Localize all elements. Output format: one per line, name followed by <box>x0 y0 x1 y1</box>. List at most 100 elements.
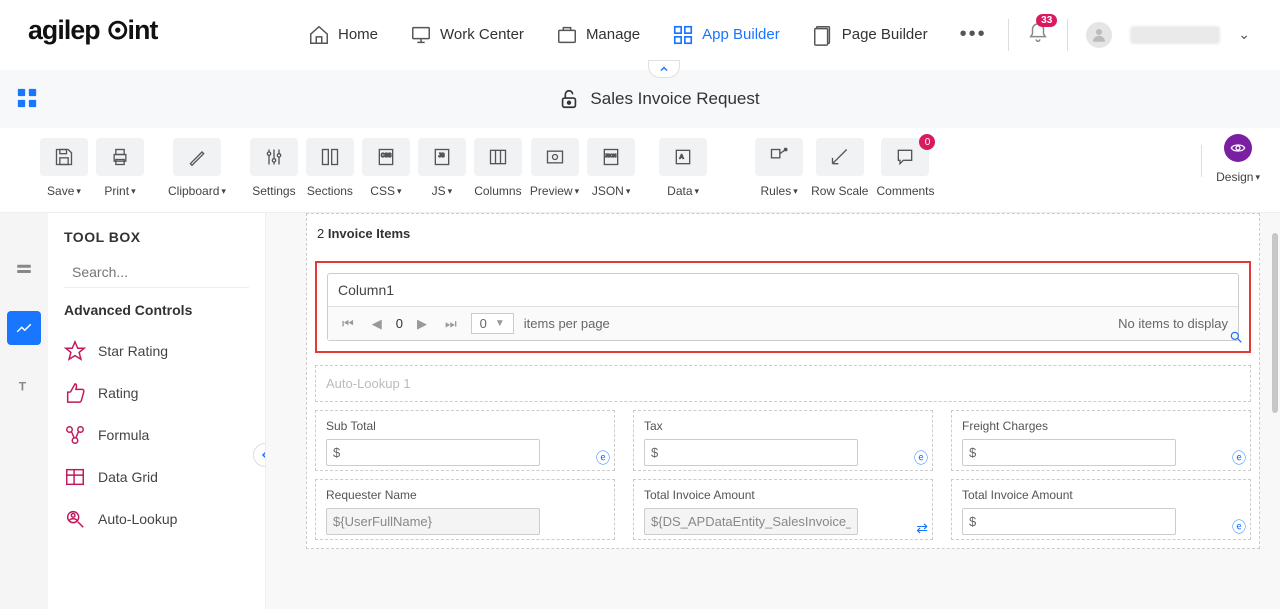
comments-button[interactable]: 0Comments <box>876 138 934 198</box>
user-icon <box>1090 26 1108 44</box>
left-rail: T <box>0 213 48 609</box>
subtotal-input[interactable] <box>326 439 540 466</box>
control-datagrid[interactable]: Data Grid <box>64 456 249 498</box>
sidebar-collapse-button[interactable] <box>253 443 266 467</box>
sidebar-title: TOOL BOX <box>64 229 249 245</box>
entity-icon[interactable]: ⓔ <box>1232 448 1246 468</box>
scrollbar-thumb[interactable] <box>1272 233 1278 413</box>
sidebar-section-label: Advanced Controls <box>64 302 249 318</box>
total-invoice-input-2[interactable] <box>962 508 1176 535</box>
chevron-down-icon[interactable]: ⌄ <box>1238 26 1250 43</box>
preview-button[interactable]: Preview▾ <box>530 138 579 198</box>
columns-button[interactable]: Columns <box>474 138 522 198</box>
settings-button[interactable]: Settings <box>250 138 298 198</box>
field-total-invoice-2[interactable]: Total Invoice Amount ⓔ <box>951 479 1251 540</box>
tax-input[interactable] <box>644 439 858 466</box>
sidebar: TOOL BOX Advanced Controls Star Rating R… <box>48 213 266 609</box>
pager-next-button[interactable]: ▶ <box>413 314 431 334</box>
data-icon: A <box>673 147 693 167</box>
print-button[interactable]: Print▾ <box>96 138 144 198</box>
page-size-select[interactable]: 0▼ <box>471 313 514 334</box>
autolookup-control[interactable]: Auto-Lookup 1 <box>315 365 1251 402</box>
grid-empty-text: No items to display <box>1118 316 1228 331</box>
control-formula[interactable]: Formula <box>64 414 249 456</box>
comment-icon <box>895 147 915 167</box>
nav-workcenter-label: Work Center <box>440 26 524 43</box>
nav-pagebuilder[interactable]: Page Builder <box>812 24 928 46</box>
entity-icon[interactable]: ⓔ <box>1232 517 1246 537</box>
field-subtotal[interactable]: Sub Total ⓔ <box>315 410 615 471</box>
top-nav: agilep int Home Work Center Manage App B… <box>0 0 1280 70</box>
nav-home[interactable]: Home <box>308 24 378 46</box>
divider <box>1067 19 1068 51</box>
design-button[interactable]: Design▾ <box>1216 134 1260 184</box>
field-requester[interactable]: Requester Name <box>315 479 615 540</box>
entity-icon[interactable]: ⓔ <box>596 448 610 468</box>
rules-icon <box>769 147 789 167</box>
monitor-icon <box>410 24 432 46</box>
thumb-icon <box>64 382 86 404</box>
svg-text:JSON: JSON <box>605 153 616 158</box>
svg-text:JS: JS <box>439 153 446 159</box>
nav-workcenter[interactable]: Work Center <box>410 24 524 46</box>
columns-icon <box>488 147 508 167</box>
field-label: Sub Total <box>326 419 604 433</box>
scrollbar[interactable] <box>1270 213 1278 609</box>
apps-icon <box>16 87 38 109</box>
bell-badge: 33 <box>1036 14 1057 27</box>
nav-manage[interactable]: Manage <box>556 24 640 46</box>
rail-item-form[interactable] <box>7 253 41 287</box>
collapse-nav-button[interactable] <box>648 60 680 78</box>
css-button[interactable]: CSSCSS▾ <box>362 138 410 198</box>
nav-more[interactable]: ••• <box>960 23 987 46</box>
grid-column-header[interactable]: Column1 <box>328 274 1238 307</box>
chevron-up-icon <box>658 63 670 75</box>
field-freight[interactable]: Freight Charges ⓔ <box>951 410 1251 471</box>
sliders-icon <box>264 147 284 167</box>
pager-current: 0 <box>396 316 403 331</box>
inspect-button[interactable] <box>1229 330 1243 347</box>
js-button[interactable]: JSJS▾ <box>418 138 466 198</box>
sync-icon[interactable]: ⇄ <box>916 520 928 537</box>
divider <box>1201 145 1202 177</box>
json-button[interactable]: JSONJSON▾ <box>587 138 635 198</box>
briefcase-icon <box>556 24 578 46</box>
selected-control-datagrid[interactable]: Column1 ⏮ ◀ 0 ▶ ⏭ 0▼ items per page No i… <box>315 261 1251 353</box>
pager-first-button[interactable]: ⏮ <box>338 314 358 334</box>
save-button[interactable]: Save▾ <box>40 138 88 198</box>
notifications-button[interactable]: 33 <box>1027 22 1049 47</box>
rail-item-text[interactable]: T <box>7 369 41 403</box>
save-icon <box>54 147 74 167</box>
field-tax[interactable]: Tax ⓔ <box>633 410 933 471</box>
freight-input[interactable] <box>962 439 1176 466</box>
js-icon: JS <box>432 147 452 167</box>
pager-last-button[interactable]: ⏭ <box>441 314 461 334</box>
data-button[interactable]: AData▾ <box>659 138 707 198</box>
total-invoice-input-1[interactable] <box>644 508 858 535</box>
avatar[interactable] <box>1086 22 1112 48</box>
sections-button[interactable]: Sections <box>306 138 354 198</box>
field-label: Total Invoice Amount <box>644 488 922 502</box>
pager-prev-button[interactable]: ◀ <box>368 314 386 334</box>
nav-appbuilder[interactable]: App Builder <box>672 24 780 46</box>
form-canvas: 2 Invoice Items Column1 ⏮ ◀ 0 ▶ ⏭ 0▼ ite… <box>266 213 1280 609</box>
control-label: Rating <box>98 385 138 401</box>
requester-input[interactable] <box>326 508 540 535</box>
field-total-invoice-1[interactable]: Total Invoice Amount ⇄ <box>633 479 933 540</box>
pencil-icon <box>187 147 207 167</box>
entity-icon[interactable]: ⓔ <box>914 448 928 468</box>
clipboard-button[interactable]: Clipboard▾ <box>168 138 226 198</box>
toolbar: Save▾ Print▾ Clipboard▾ Settings Section… <box>0 128 1280 213</box>
apps-grid-button[interactable] <box>16 87 38 112</box>
rowscale-button[interactable]: Row Scale <box>811 138 868 198</box>
control-rating[interactable]: Rating <box>64 372 249 414</box>
control-autolookup[interactable]: Auto-Lookup <box>64 498 249 540</box>
sidebar-search[interactable] <box>64 257 249 288</box>
rail-item-controls[interactable] <box>7 311 41 345</box>
section-header[interactable]: 2 Invoice Items <box>315 222 1251 245</box>
search-input[interactable] <box>72 264 253 280</box>
rules-button[interactable]: Rules▾ <box>755 138 803 198</box>
control-label: Formula <box>98 427 149 443</box>
grid-icon <box>672 24 694 46</box>
control-star-rating[interactable]: Star Rating <box>64 330 249 372</box>
